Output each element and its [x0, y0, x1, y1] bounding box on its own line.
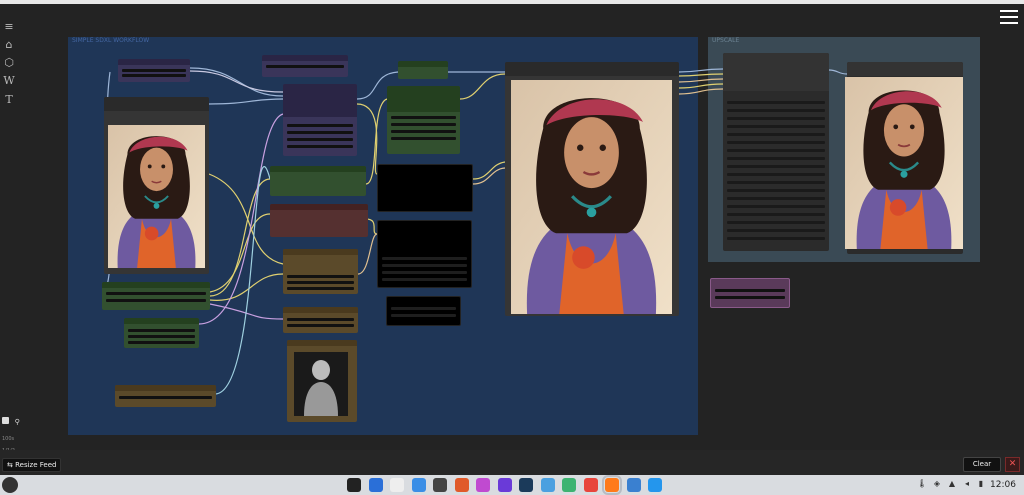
- node-mask-preview[interactable]: [287, 340, 357, 422]
- models-icon[interactable]: ⬡: [3, 57, 15, 69]
- close-icon[interactable]: ✕: [1005, 457, 1020, 472]
- node-canvas[interactable]: SIMPLE SDXL WORKFLOW UPSCALE: [0, 4, 1024, 450]
- files-icon[interactable]: [390, 478, 404, 492]
- settings-icon[interactable]: [433, 478, 447, 492]
- vscode-icon[interactable]: [540, 478, 555, 492]
- browser-icon[interactable]: [368, 478, 383, 492]
- node-upscale-model[interactable]: [723, 53, 829, 251]
- pin-icon[interactable]: ⚲: [15, 418, 22, 426]
- node-decode[interactable]: [386, 296, 461, 326]
- firefox-icon[interactable]: [602, 475, 622, 495]
- output-portrait: [511, 80, 672, 314]
- start-menu-icon[interactable]: [2, 477, 18, 493]
- media-icon[interactable]: [476, 478, 490, 492]
- node-seed[interactable]: [115, 385, 216, 407]
- home-icon[interactable]: ⌂: [3, 39, 15, 51]
- docs-icon[interactable]: [411, 478, 426, 492]
- node-ksampler-2[interactable]: [377, 220, 472, 288]
- shield-icon[interactable]: ◈: [932, 479, 942, 489]
- terminal-icon[interactable]: [347, 478, 361, 492]
- battery-icon[interactable]: ▮: [976, 479, 986, 489]
- feed-panel: [0, 450, 1024, 475]
- queue-icon[interactable]: ≡: [3, 21, 15, 33]
- taskbar: 🌡 ◈ ▲ ◂ ▮ 12:06: [0, 475, 1024, 495]
- network-icon[interactable]: ▲: [947, 479, 957, 489]
- feed-count: 100s: [2, 436, 15, 442]
- node-negative[interactable]: [270, 204, 368, 237]
- clock: 12:06: [990, 480, 1016, 490]
- photos-icon[interactable]: [454, 478, 469, 492]
- resize-feed-label: Resize Feed: [15, 461, 57, 469]
- input-portrait: [108, 125, 205, 268]
- left-toolbar: ≡ ⌂ ⬡ W T: [0, 4, 18, 450]
- docker-icon[interactable]: [648, 478, 662, 492]
- node-latent[interactable]: [283, 249, 358, 294]
- node-vae-small[interactable]: [398, 61, 448, 79]
- workflow-icon[interactable]: W: [3, 75, 15, 87]
- clear-button[interactable]: Clear: [963, 457, 1001, 472]
- store-icon[interactable]: [519, 478, 533, 492]
- node-ksampler[interactable]: [387, 86, 460, 154]
- resize-icon: ⇆: [7, 461, 16, 469]
- node-black-preview[interactable]: [377, 164, 473, 212]
- node-conditioning[interactable]: [270, 166, 366, 196]
- volume-icon[interactable]: ◂: [962, 479, 972, 489]
- node-prompt-top[interactable]: [262, 55, 348, 77]
- mask-image: [294, 352, 348, 416]
- feed-mini-icons: ⚲ 100s 1/1/2: [2, 417, 22, 454]
- window-icon[interactable]: [626, 478, 641, 492]
- node-prompt-main[interactable]: [283, 84, 357, 156]
- node-checkpoint-loader[interactable]: [102, 282, 210, 310]
- upscaled-portrait: [845, 77, 963, 249]
- chrome-icon[interactable]: [583, 478, 598, 492]
- save-icon[interactable]: [2, 417, 9, 424]
- node-pink-settings[interactable]: [710, 278, 790, 308]
- resize-feed-button[interactable]: ⇆ Resize Feed: [2, 458, 62, 472]
- node-clip-text[interactable]: [118, 59, 190, 82]
- vpn-icon[interactable]: [497, 478, 512, 492]
- node-lora-loader[interactable]: [124, 318, 199, 348]
- text-icon[interactable]: T: [3, 94, 15, 106]
- play-icon[interactable]: [562, 478, 576, 492]
- thermometer-icon[interactable]: 🌡: [917, 479, 927, 489]
- node-size[interactable]: [283, 307, 358, 333]
- menu-icon[interactable]: [1000, 10, 1020, 26]
